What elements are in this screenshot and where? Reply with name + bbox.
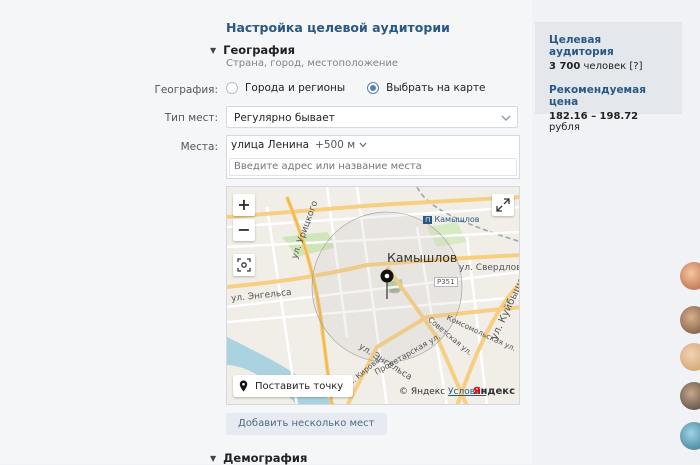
map-widget[interactable]: + − Камышлов ул. Урицкого ул. Энгельса у… (226, 186, 520, 405)
places-label: Места: (180, 141, 218, 153)
radio-button-selected[interactable] (367, 82, 380, 94)
map-street-label: ул. Свердлова (459, 263, 519, 273)
expand-icon (496, 198, 510, 212)
settings-panel: Настройка целевой аудитории ▼ География С… (0, 0, 532, 465)
road-badge: Р351 (434, 277, 458, 287)
chevron-down-icon[interactable] (359, 142, 367, 148)
place-search-input[interactable] (229, 158, 517, 176)
railway-station-label: ⊓ Камышлов (423, 215, 479, 224)
audience-title: Целевая аудитория (549, 34, 614, 58)
chevron-down-icon (501, 115, 511, 122)
geography-section-toggle[interactable]: ▼ География (210, 43, 295, 57)
radio-label-map: Выбрать на карте (386, 82, 486, 94)
radio-label-cities: Города и регионы (245, 82, 346, 94)
geography-subtitle: Страна, город, местоположение (226, 58, 399, 69)
triangle-down-icon: ▼ (210, 454, 217, 463)
place-radius[interactable]: +500 м (315, 139, 355, 151)
price-row: 182.16 – 198.72 рубля (549, 111, 668, 133)
geography-mode-radio-group: Города и регионы Выбрать на карте (226, 82, 508, 94)
audience-help-link[interactable]: [?] (629, 61, 642, 72)
demography-section-toggle[interactable]: ▼ Демография (210, 451, 307, 465)
zoom-in-button[interactable]: + (233, 194, 255, 216)
add-several-places-button[interactable]: Добавить несколько мест (226, 413, 387, 435)
avatar[interactable] (680, 422, 700, 450)
avatar[interactable] (680, 343, 700, 371)
audience-summary: Целевая аудитория 3 700 человек [?] Реко… (535, 22, 682, 133)
train-icon: ⊓ (423, 216, 433, 224)
yandex-logo[interactable]: Яндекс (473, 386, 515, 397)
price-unit: рубля (549, 122, 580, 133)
radio-map[interactable]: Выбрать на карте (367, 82, 486, 94)
audience-count-row: 3 700 человек [?] (549, 61, 668, 72)
put-point-label: Поставить точку (255, 380, 344, 392)
places-box: улица Ленина +500 м (226, 135, 520, 179)
map-pin-icon (239, 380, 248, 392)
price-range: 182.16 – 198.72 (549, 111, 639, 122)
radio-cities-regions[interactable]: Города и регионы (226, 82, 345, 94)
place-type-value: Регулярно бывает (234, 112, 335, 124)
station-name: Камышлов (434, 215, 480, 224)
geography-label: География: (154, 84, 218, 96)
place-chip-name: улица Ленина (231, 139, 310, 151)
zoom-out-button[interactable]: − (233, 219, 255, 241)
audience-unit: человек (583, 61, 627, 72)
place-chip[interactable]: улица Ленина +500 м (231, 139, 367, 151)
place-type-select[interactable]: Регулярно бывает (226, 106, 518, 128)
place-type-label: Тип мест: (164, 112, 218, 124)
logo-rest: ндекс (480, 386, 515, 397)
avatar[interactable] (680, 306, 700, 334)
map-city-label: Камышлов (387, 250, 458, 265)
price-title: Рекомендуемая цена (549, 84, 646, 108)
geography-title: География (223, 43, 296, 57)
avatar[interactable] (680, 262, 700, 290)
radio-button[interactable] (226, 82, 238, 94)
geolocation-button[interactable] (233, 254, 255, 276)
locate-icon (237, 258, 251, 272)
copyright-text: © Яндекс (399, 387, 446, 397)
page-title: Настройка целевой аудитории (226, 20, 450, 35)
triangle-down-icon: ▼ (210, 46, 217, 55)
demography-title: Демография (223, 451, 308, 465)
audience-count: 3 700 (549, 61, 581, 72)
put-point-button[interactable]: Поставить точку (233, 375, 354, 397)
avatar[interactable] (680, 382, 700, 410)
logo-first-letter: Я (472, 386, 481, 397)
fullscreen-button[interactable] (492, 194, 514, 216)
